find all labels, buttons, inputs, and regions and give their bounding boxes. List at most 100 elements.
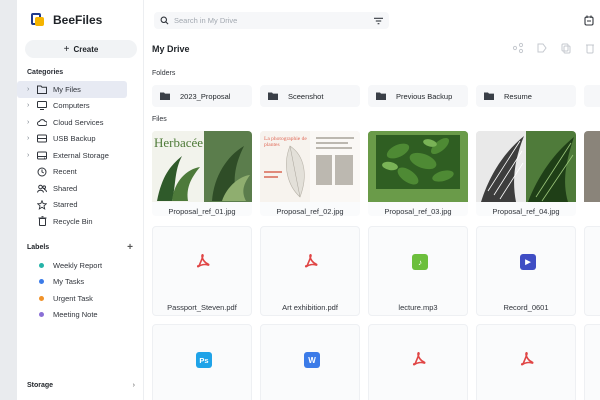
- search-icon: [160, 16, 169, 25]
- app-name: BeeFiles: [53, 13, 103, 27]
- calendar-icon[interactable]: [584, 15, 594, 26]
- create-button[interactable]: + Create: [25, 40, 137, 58]
- label-color-dot: [39, 263, 44, 269]
- chevron-right-icon: ›: [132, 382, 135, 389]
- label-item-urgent-task[interactable]: Urgent Task: [17, 290, 143, 306]
- sidebar-item-computers[interactable]: › Computers: [17, 98, 143, 115]
- sidebar-item-label: Computers: [53, 101, 90, 111]
- folder-icon: [376, 92, 386, 100]
- sidebar-item-external-storage[interactable]: › External Storage: [17, 147, 143, 164]
- folder-name: Sceenshot: [288, 91, 324, 101]
- file-card[interactable]: Passport_Steven.pdf: [152, 226, 252, 316]
- file-card-partial[interactable]: [584, 324, 600, 400]
- folder-icon: [37, 85, 47, 94]
- main-content: My Drive Folders 2023_Proposal Sceenshot P…: [144, 0, 600, 400]
- sidebar: BeeFiles + Create Categories › My Files › C…: [17, 0, 144, 400]
- storage-section[interactable]: Storage ›: [27, 382, 135, 389]
- file-type-icon-wrap: [196, 254, 210, 270]
- labels-header: Labels +: [17, 230, 143, 258]
- thumbnail-title: La photographie de plantes: [264, 136, 307, 148]
- label-tag-icon[interactable]: [536, 42, 548, 54]
- chevron-right-icon[interactable]: ›: [27, 119, 35, 126]
- label-item-my-tasks[interactable]: My Tasks: [17, 274, 143, 290]
- usb-icon: [37, 134, 47, 143]
- categories-list: › My Files › Computers › Cloud Services › USB B…: [17, 81, 143, 230]
- add-label-icon[interactable]: +: [127, 242, 133, 253]
- sidebar-item-cloud-services[interactable]: › Cloud Services: [17, 114, 143, 131]
- app-window: BeeFiles + Create Categories › My Files › C…: [17, 0, 600, 400]
- search-input[interactable]: [174, 16, 374, 25]
- file-name: Passport_Steven.pdf: [167, 303, 237, 312]
- sidebar-item-label: Recent: [53, 167, 77, 177]
- folder-item-partial[interactable]: [584, 85, 600, 107]
- file-type-icon-wrap: [520, 352, 534, 368]
- file-name: Proposal_ref_04.jpg: [492, 207, 560, 216]
- sidebar-item-usb-backup[interactable]: › USB Backup: [17, 131, 143, 148]
- folder-icon: [160, 92, 170, 100]
- pdf-icon: [520, 352, 534, 366]
- file-card[interactable]: ♪ lecture.mp3: [368, 226, 468, 316]
- video-file-icon: ▶: [520, 254, 536, 270]
- file-card[interactable]: [476, 324, 576, 400]
- file-card[interactable]: ▶ Record_0601: [476, 226, 576, 316]
- folder-item[interactable]: Resume: [476, 85, 576, 107]
- sidebar-item-my-files[interactable]: › My Files: [17, 81, 127, 98]
- file-type-icon-wrap: W: [304, 352, 320, 368]
- label-item-meeting-note[interactable]: Meeting Note: [17, 306, 143, 322]
- file-card[interactable]: La photographie de plantes Proposal_ref_…: [260, 131, 360, 216]
- thumbnail-title: Herbacée: [154, 135, 204, 150]
- file-card-partial[interactable]: [584, 131, 600, 202]
- sidebar-item-recycle-bin[interactable]: Recycle Bin: [17, 213, 143, 230]
- categories-title: Categories: [27, 69, 64, 76]
- file-card-partial[interactable]: [584, 226, 600, 316]
- folders-title: Folders: [152, 70, 176, 77]
- folder-icon: [484, 92, 494, 100]
- file-name: Record_0601: [503, 303, 549, 312]
- file-card[interactable]: W: [260, 324, 360, 400]
- brand[interactable]: BeeFiles: [17, 0, 143, 40]
- star-icon: [37, 199, 47, 210]
- label-color-dot: [39, 279, 44, 285]
- label-text: My Tasks: [53, 277, 85, 287]
- share-icon[interactable]: [512, 42, 524, 54]
- image-thumbnail: [584, 131, 600, 202]
- folder-item[interactable]: Previous Backup: [368, 85, 468, 107]
- users-icon: [37, 184, 47, 193]
- image-thumbnail: [368, 131, 468, 202]
- label-color-dot: [39, 312, 44, 318]
- file-card[interactable]: Ps: [152, 324, 252, 400]
- sidebar-item-starred[interactable]: Starred: [17, 197, 143, 214]
- file-card[interactable]: Herbacée Proposal_ref_01.jpg: [152, 131, 252, 216]
- folder-name: Previous Backup: [396, 91, 453, 101]
- delete-icon[interactable]: [584, 42, 596, 54]
- file-name: Proposal_ref_02.jpg: [276, 207, 344, 216]
- plus-icon: +: [63, 43, 70, 55]
- folder-item[interactable]: Sceenshot: [260, 85, 360, 107]
- file-card[interactable]: Proposal_ref_03.jpg: [368, 131, 468, 216]
- sidebar-item-recent[interactable]: Recent: [17, 164, 143, 181]
- chevron-right-icon[interactable]: ›: [27, 102, 35, 109]
- folder-icon: [268, 92, 278, 100]
- filter-icon[interactable]: [374, 17, 383, 25]
- file-card[interactable]: [368, 324, 468, 400]
- beefiles-logo-icon: [31, 13, 45, 27]
- file-card[interactable]: Proposal_ref_04.jpg: [476, 131, 576, 216]
- copy-icon[interactable]: [560, 42, 572, 54]
- chevron-right-icon[interactable]: ›: [27, 152, 35, 159]
- search-bar[interactable]: [154, 12, 389, 29]
- file-name: lecture.mp3: [398, 303, 438, 312]
- file-type-icon-wrap: ♪: [412, 254, 428, 270]
- chevron-right-icon[interactable]: ›: [27, 135, 35, 142]
- trash-icon: [37, 216, 47, 227]
- folder-item[interactable]: 2023_Proposal: [152, 85, 252, 107]
- label-item-weekly-report[interactable]: Weekly Report: [17, 258, 143, 274]
- chevron-right-icon[interactable]: ›: [27, 86, 35, 93]
- sidebar-item-label: Recycle Bin: [53, 216, 93, 226]
- file-card[interactable]: Art exhibition.pdf: [260, 226, 360, 316]
- image-thumbnail: La photographie de plantes: [260, 131, 360, 202]
- page-title: My Drive: [152, 44, 190, 54]
- sidebar-item-shared[interactable]: Shared: [17, 180, 143, 197]
- file-type-icon-wrap: ▶: [520, 254, 536, 270]
- label-text: Urgent Task: [53, 293, 93, 303]
- sidebar-item-label: USB Backup: [53, 134, 96, 144]
